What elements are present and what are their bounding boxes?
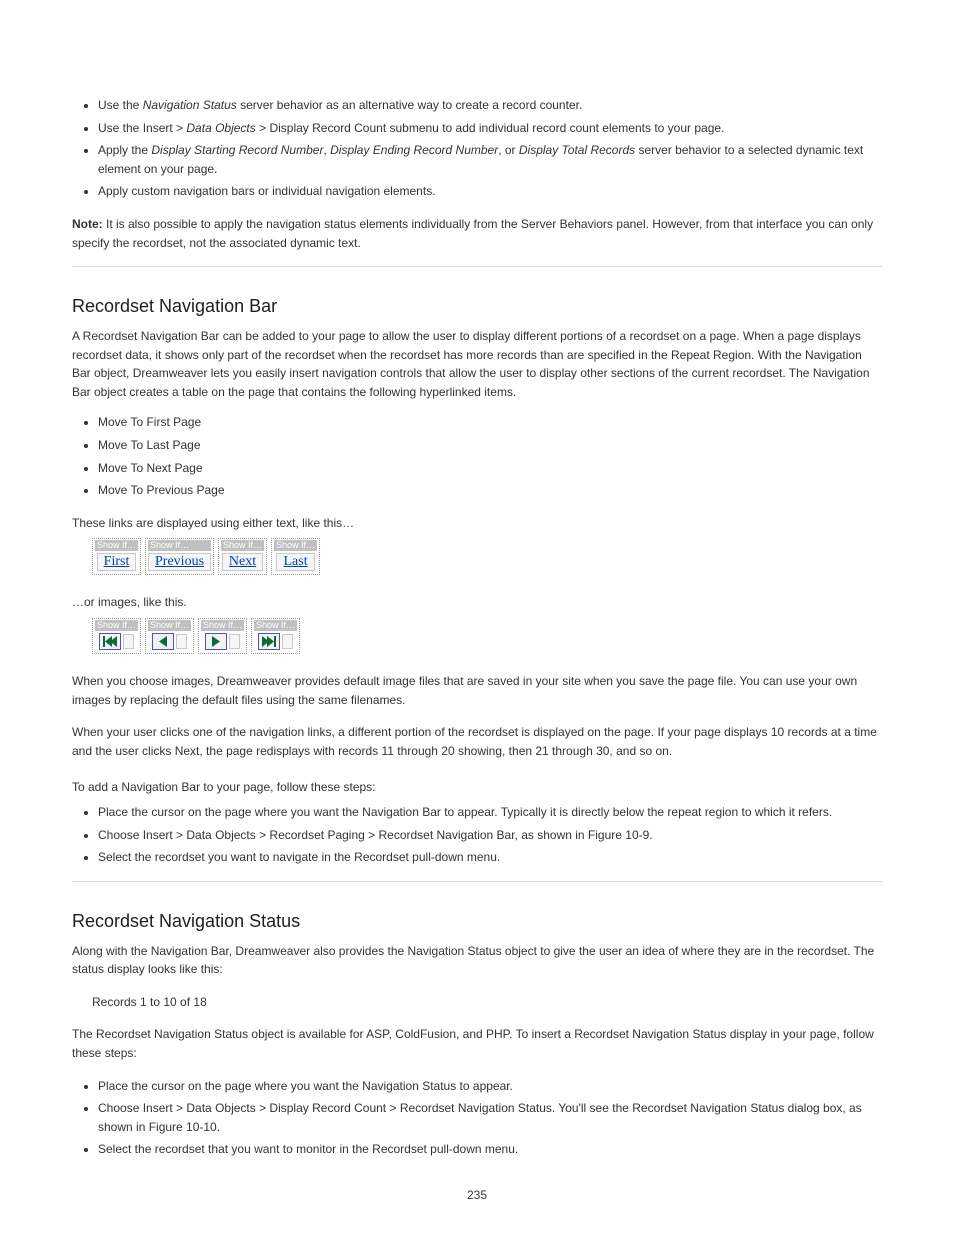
section-title-navbar: Recordset Navigation Bar	[72, 293, 882, 321]
nav-cell-last-img: Show If…	[251, 618, 300, 654]
status-para-2: The Recordset Navigation Status object i…	[72, 1025, 882, 1062]
divider	[72, 881, 882, 882]
procedure-steps: Place the cursor on the page where you w…	[72, 803, 882, 867]
navbar-bullet: Move To Last Page	[98, 436, 882, 455]
text-em: Display Ending Record Number	[330, 143, 498, 157]
status-para-1: Along with the Navigation Bar, Dreamweav…	[72, 942, 882, 979]
status-step: Place the cursor on the page where you w…	[98, 1077, 882, 1096]
status-step: Choose Insert > Data Objects > Display R…	[98, 1099, 882, 1136]
showif-label: Show If…	[221, 540, 264, 551]
icon-wrap	[152, 633, 187, 650]
next-icon[interactable]	[205, 633, 227, 650]
caption-text-links: These links are displayed using either t…	[72, 514, 882, 533]
showif-label: Show If…	[95, 540, 138, 551]
blank-box	[282, 634, 293, 649]
blank-box	[176, 634, 187, 649]
intro-bullet-3: Apply the Display Starting Record Number…	[98, 141, 882, 178]
icon-wrap	[205, 633, 240, 650]
showif-label: Show If…	[274, 540, 317, 551]
last-icon[interactable]	[258, 633, 280, 650]
navbar-bullet: Move To Next Page	[98, 459, 882, 478]
status-steps: Place the cursor on the page where you w…	[72, 1077, 882, 1159]
showif-label: Show If…	[148, 620, 191, 631]
divider	[72, 266, 882, 267]
nav-cell-next: Show If… Next	[218, 538, 267, 575]
next-link[interactable]: Next	[222, 553, 263, 571]
text-em: Display Total Records	[519, 143, 635, 157]
showif-label: Show If…	[254, 620, 297, 631]
last-link[interactable]: Last	[276, 553, 314, 571]
text: Use the	[98, 98, 143, 112]
page-number: 235	[0, 1186, 954, 1205]
text-em: Data Objects	[186, 121, 255, 135]
image-nav-row: Show If… Show If…	[92, 618, 882, 654]
text: server behavior as an alternative way to…	[240, 98, 582, 112]
text: Use the Insert >	[98, 121, 186, 135]
nav-para-images: When you choose images, Dreamweaver prov…	[72, 672, 882, 709]
icon-wrap	[258, 633, 293, 650]
caption-image-links: …or images, like this.	[72, 593, 882, 612]
procedure-step: Place the cursor on the page where you w…	[98, 803, 882, 822]
page: Use the Navigation Status server behavio…	[0, 0, 954, 1235]
procedure-label: To add a Navigation Bar to your page, fo…	[72, 778, 882, 797]
navbar-bullet: Move To First Page	[98, 413, 882, 432]
previous-icon[interactable]	[152, 633, 174, 650]
navbar-lead: A Recordset Navigation Bar can be added …	[72, 327, 882, 401]
first-icon[interactable]	[99, 633, 121, 650]
section-title-status: Recordset Navigation Status	[72, 908, 882, 936]
text: > Display Record Count submenu to add in…	[256, 121, 725, 135]
intro-bullet-list: Use the Navigation Status server behavio…	[72, 96, 882, 201]
blank-box	[229, 634, 240, 649]
nav-cell-prev-img: Show If…	[145, 618, 194, 654]
status-step: Select the recordset that you want to mo…	[98, 1140, 882, 1159]
procedure-step: Choose Insert > Data Objects > Recordset…	[98, 826, 882, 845]
nav-cell-first-img: Show If…	[92, 618, 141, 654]
navbar-bullet: Move To Previous Page	[98, 481, 882, 500]
blank-box	[123, 634, 134, 649]
icon-wrap	[99, 633, 134, 650]
text-em: Navigation Status	[143, 98, 240, 112]
note-paragraph: Note: It is also possible to apply the n…	[72, 215, 882, 252]
showif-label: Show If…	[148, 540, 211, 551]
first-link[interactable]: First	[97, 553, 137, 571]
showif-label: Show If…	[95, 620, 138, 631]
text-nav-row: Show If… First Show If… Previous Show If…	[92, 538, 882, 575]
text-em: Display Starting Record Number	[151, 143, 323, 157]
text: Apply the	[98, 143, 151, 157]
intro-bullet-2: Use the Insert > Data Objects > Display …	[98, 119, 882, 138]
intro-bullet-1: Use the Navigation Status server behavio…	[98, 96, 882, 115]
nav-para-usage: When your user clicks one of the navigat…	[72, 723, 882, 760]
note-text: It is also possible to apply the navigat…	[72, 217, 873, 250]
procedure-step: Select the recordset you want to navigat…	[98, 848, 882, 867]
note-label: Note:	[72, 217, 106, 231]
previous-link[interactable]: Previous	[148, 553, 211, 571]
navbar-bullets: Move To First Page Move To Last Page Mov…	[72, 413, 882, 499]
nav-cell-first: Show If… First	[92, 538, 141, 575]
text: , or	[498, 143, 519, 157]
nav-cell-previous: Show If… Previous	[145, 538, 214, 575]
nav-cell-next-img: Show If…	[198, 618, 247, 654]
status-sample: Records 1 to 10 of 18	[92, 993, 882, 1012]
showif-label: Show If…	[201, 620, 244, 631]
nav-cell-last: Show If… Last	[271, 538, 320, 575]
intro-bullet-4: Apply custom navigation bars or individu…	[98, 182, 882, 201]
